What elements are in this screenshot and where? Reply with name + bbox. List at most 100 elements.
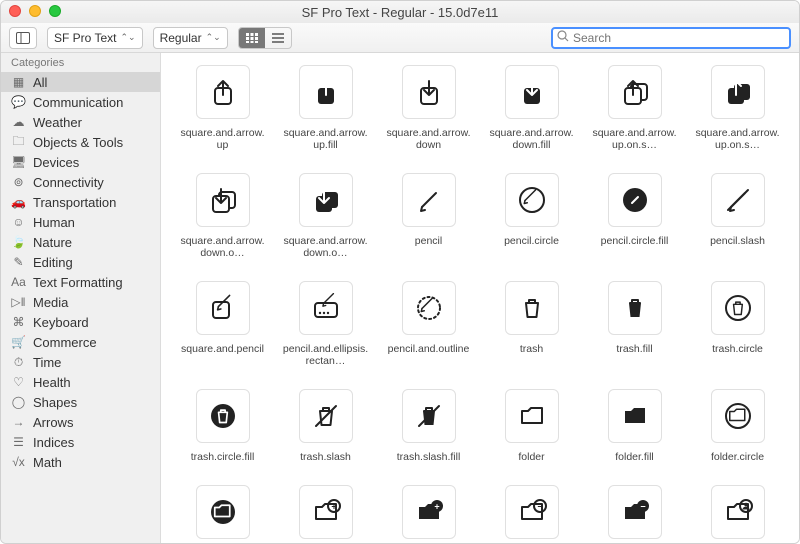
sidebar-item-transportation[interactable]: 🚗Transportation [1, 192, 160, 212]
symbol-tile [711, 389, 765, 443]
symbol-cell[interactable]: trash.slash.fill [383, 389, 474, 463]
close-window-button[interactable] [9, 5, 21, 17]
symbol-cell[interactable]: trash.slash [280, 389, 371, 463]
symbol-cell[interactable]: square.and.arrow.up [177, 65, 268, 151]
symbol-cell[interactable]: −folder.fill.badge.minus [589, 485, 680, 543]
font-weight-dropdown[interactable]: Regular ⌃⌄ [153, 27, 228, 49]
sidebar-item-label: Arrows [33, 415, 73, 430]
symbol-tile [299, 389, 353, 443]
pencil-circle-icon [517, 185, 547, 215]
sidebar-item-devices[interactable]: 🖥Devices [1, 152, 160, 172]
sidebar-item-objects-tools[interactable]: 🗀Objects & Tools [1, 132, 160, 152]
folder-icon [517, 401, 547, 431]
folder-plus-fill-icon: + [414, 497, 444, 527]
symbol-tile [711, 65, 765, 119]
symbol-label: trash.fill [616, 343, 652, 355]
svg-text:+: + [434, 502, 439, 512]
search-input[interactable] [573, 31, 785, 45]
folder-fill-icon [620, 401, 650, 431]
symbol-cell[interactable]: trash.circle [692, 281, 783, 367]
sidebar-item-nature[interactable]: 🍃Nature [1, 232, 160, 252]
chevron-updown-icon: ⌃⌄ [206, 32, 221, 43]
list-view-button[interactable] [265, 28, 291, 48]
sidebar-item-math[interactable]: √xMath [1, 452, 160, 472]
symbol-cell[interactable]: folder.circle [692, 389, 783, 463]
sidebar-item-time[interactable]: ⏱Time [1, 352, 160, 372]
sidebar-item-all[interactable]: ▦All [1, 72, 160, 92]
symbol-cell[interactable]: square.and.arrow.down.fill [486, 65, 577, 151]
symbol-cell[interactable]: square.and.pencil [177, 281, 268, 367]
symbol-cell[interactable]: square.and.arrow.up.on.s… [589, 65, 680, 151]
sidebar-item-indices[interactable]: ☰Indices [1, 432, 160, 452]
symbol-cell[interactable]: folder.fill [589, 389, 680, 463]
grid-view-button[interactable] [239, 28, 265, 48]
math-icon: √x [11, 455, 26, 469]
app-window: SF Pro Text - Regular - 15.0d7e11 SF Pro… [0, 0, 800, 544]
symbol-label: square.and.arrow.down.o… [179, 235, 267, 259]
zoom-window-button[interactable] [49, 5, 61, 17]
sidebar-item-arrows[interactable]: →Arrows [1, 412, 160, 432]
symbol-cell[interactable]: trash.fill [589, 281, 680, 367]
symbol-cell[interactable]: square.and.arrow.down.o… [177, 173, 268, 259]
symbol-cell[interactable]: folder [486, 389, 577, 463]
symbol-cell[interactable]: pencil.and.outline [383, 281, 474, 367]
trash-icon [517, 293, 547, 323]
symbol-cell[interactable]: square.and.arrow.down [383, 65, 474, 151]
symbol-cell[interactable]: folder.circle.fill [177, 485, 268, 543]
sidebar-toggle-button[interactable] [9, 27, 37, 49]
symbol-cell[interactable]: folder.badge.person.crop [692, 485, 783, 543]
symbol-cell[interactable]: +folder.fill.badge.plus [383, 485, 474, 543]
sidebar-item-human[interactable]: ☺Human [1, 212, 160, 232]
sidebar-item-communication[interactable]: 💬Communication [1, 92, 160, 112]
symbol-cell[interactable]: square.and.arrow.down.o… [280, 173, 371, 259]
trash-circle-icon [723, 293, 753, 323]
sidebar-item-health[interactable]: ♡Health [1, 372, 160, 392]
clock-icon: ⏱ [11, 355, 26, 370]
sidebar-item-editing[interactable]: ✎Editing [1, 252, 160, 272]
symbol-tile [196, 281, 250, 335]
sidebar-item-label: Transportation [33, 195, 116, 210]
symbol-cell[interactable]: trash.circle.fill [177, 389, 268, 463]
sidebar-item-connectivity[interactable]: ⊚Connectivity [1, 172, 160, 192]
symbol-label: pencil.circle.fill [601, 235, 669, 247]
sidebar-item-text-formatting[interactable]: AaText Formatting [1, 272, 160, 292]
symbol-cell[interactable]: pencil.circle.fill [589, 173, 680, 259]
minimize-window-button[interactable] [29, 5, 41, 17]
symbol-cell[interactable]: square.and.arrow.up.on.s… [692, 65, 783, 151]
sidebar-item-label: All [33, 75, 47, 90]
sidebar-item-label: Keyboard [33, 315, 89, 330]
trash-slash-fill-icon [414, 401, 444, 431]
symbol-cell[interactable]: pencil.and.ellipsis.rectan… [280, 281, 371, 367]
symbol-label: trash.circle.fill [191, 451, 255, 463]
sidebar-item-keyboard[interactable]: ⌘Keyboard [1, 312, 160, 332]
view-mode-segment [238, 27, 292, 49]
symbol-label: square.and.arrow.up.fill [282, 127, 370, 151]
symbol-label: square.and.pencil [181, 343, 264, 355]
symbol-label: pencil.and.outline [388, 343, 470, 355]
symbol-cell[interactable]: +folder.badge.plus [280, 485, 371, 543]
symbol-cell[interactable]: pencil [383, 173, 474, 259]
symbol-cell[interactable]: pencil.slash [692, 173, 783, 259]
wifi-icon: ⊚ [11, 175, 26, 189]
search-field[interactable] [551, 27, 791, 49]
symbol-label: square.and.arrow.down.o… [282, 235, 370, 259]
toolbar: SF Pro Text ⌃⌄ Regular ⌃⌄ [1, 23, 799, 53]
sidebar-item-media[interactable]: ▷‖Media [1, 292, 160, 312]
font-family-dropdown[interactable]: SF Pro Text ⌃⌄ [47, 27, 143, 49]
cloud-icon: ☁ [11, 115, 26, 129]
symbol-cell[interactable]: trash [486, 281, 577, 367]
symbol-label: square.and.arrow.down.fill [488, 127, 576, 151]
share-up-icon [208, 77, 238, 107]
symbol-cell[interactable]: square.and.arrow.up.fill [280, 65, 371, 151]
sidebar-item-label: Human [33, 215, 75, 230]
sidebar-item-shapes[interactable]: ◯Shapes [1, 392, 160, 412]
symbol-tile [196, 173, 250, 227]
font-weight-value: Regular [160, 31, 202, 45]
content-area: Categories ▦All💬Communication☁Weather🗀Ob… [1, 53, 799, 543]
pencil-circle-fill-icon [620, 185, 650, 215]
sidebar-item-weather[interactable]: ☁Weather [1, 112, 160, 132]
symbol-cell[interactable]: −folder.badge.minus [486, 485, 577, 543]
sidebar-item-commerce[interactable]: 🛒Commerce [1, 332, 160, 352]
symbol-cell[interactable]: pencil.circle [486, 173, 577, 259]
sidebar-item-label: Commerce [33, 335, 97, 350]
